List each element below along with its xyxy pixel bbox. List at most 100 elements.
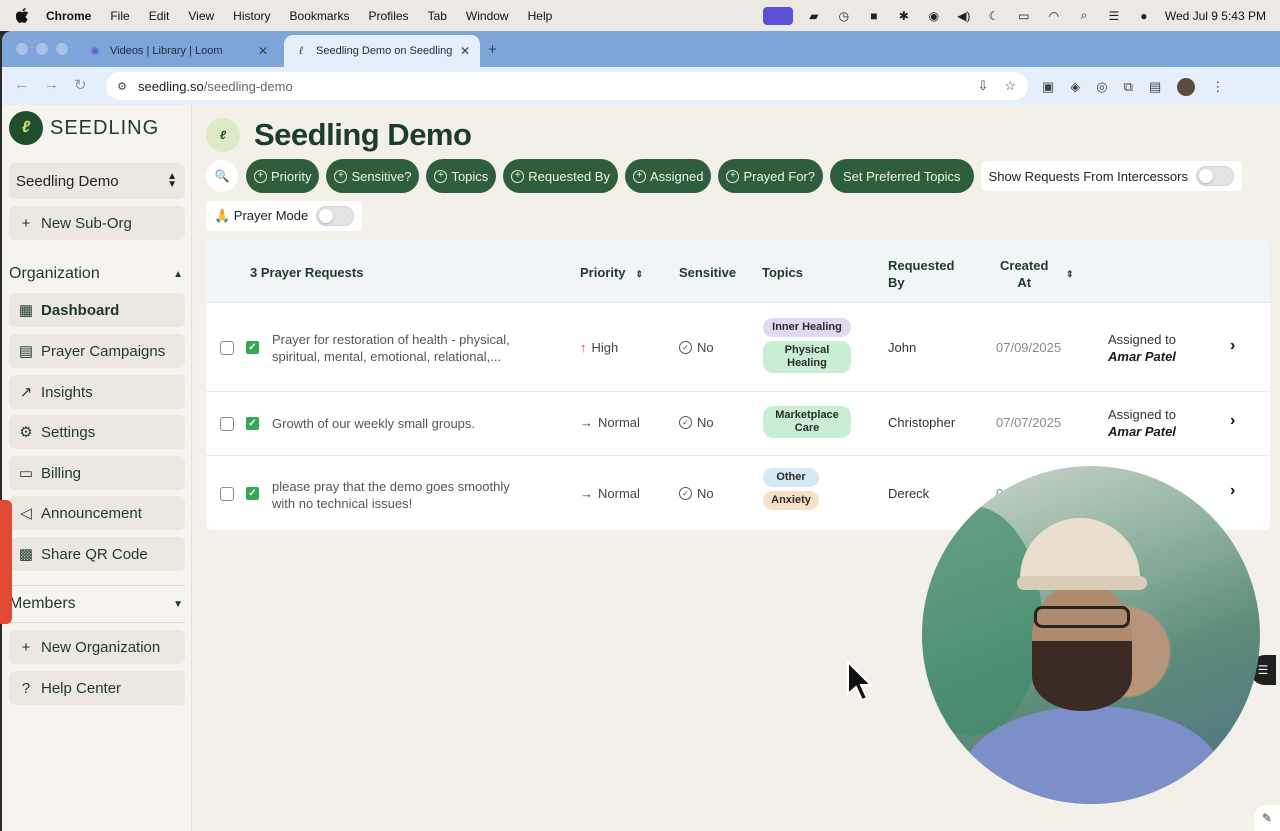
table-row[interactable]: ✓ Prayer for restoration of health - phy… [206,303,1270,392]
control-center-icon[interactable]: ☰ [1105,9,1123,23]
recording-control-tab[interactable] [0,500,12,624]
chevron-right-icon[interactable]: › [1230,482,1235,500]
bluetooth-icon[interactable]: ✱ [895,9,913,23]
sort-icon[interactable]: ⇕ [636,269,644,279]
table-header: 3 Prayer Requests Priority ⇕ Sensitive To… [206,240,1270,303]
sensitive-column-header: Sensitive [679,265,737,280]
back-icon[interactable]: ← [14,76,29,93]
profile-avatar[interactable] [1177,78,1196,96]
filter-sensitive[interactable]: + Sensitive? [326,159,420,193]
table-row[interactable]: ✓ Growth of our weekly small groups. → No… [206,392,1270,456]
timer-icon[interactable]: ◷ [835,9,853,23]
battery-icon[interactable]: ▭ [1015,9,1033,23]
topics-column-header: Topics [762,265,803,280]
siri-icon[interactable]: ● [1135,9,1153,23]
screen-record-icon[interactable] [762,6,793,25]
extensions-puzzle-icon[interactable]: ⧉ [1124,79,1133,95]
row-select-checkbox[interactable] [220,417,234,431]
sidebar-item-label: Billing [41,464,82,482]
extension-icon-2[interactable]: ◈ [1070,79,1080,95]
seedling-logo-icon: ℓ [9,111,43,145]
menu-view[interactable]: View [188,9,214,23]
tab-seedling[interactable]: ℓ Seedling Demo on Seedling ✕ [284,35,480,67]
close-window-button[interactable] [16,43,28,55]
menu-history[interactable]: History [233,9,270,23]
tray-app-icon-2[interactable]: ■ [865,9,883,23]
sort-icon[interactable]: ⇕ [1066,265,1074,280]
forward-icon[interactable]: → [44,76,59,93]
prayer-mode-toggle-group: 🙏 Prayer Mode [206,201,363,231]
filter-priority[interactable]: + Priority [246,159,320,193]
row-select-checkbox[interactable] [220,487,234,501]
filter-requested-by[interactable]: + Requested By [503,159,618,193]
bookmark-star-icon[interactable]: ☆ [1004,78,1016,94]
new-sub-org-label: New Sub-Org [41,214,132,232]
new-organization-button[interactable]: + New Organization [9,630,185,664]
filter-prayed-for[interactable]: + Prayed For? [718,159,823,193]
show-intercessors-switch[interactable] [1195,166,1234,186]
new-tab-button[interactable]: + [488,41,497,58]
feedback-icon[interactable]: ✎ [1254,805,1280,831]
menu-app-name[interactable]: Chrome [46,9,91,23]
chevron-right-icon[interactable]: › [1230,412,1235,430]
site-info-icon[interactable]: ⚙ [114,78,130,94]
sidebar-item-billing[interactable]: ▭ Billing [9,456,185,490]
minimize-window-button[interactable] [36,43,48,55]
extension-icon-1[interactable]: ▣ [1042,79,1054,95]
prayer-mode-switch[interactable] [316,206,355,226]
menu-edit[interactable]: Edit [149,9,170,23]
macos-menu-bar: Chrome File Edit View History Bookmarks … [0,0,1280,31]
address-bar[interactable]: ⚙ seedling.so/seedling-demo ⇩ ☆ [106,72,1028,100]
webcam-person-beard [1032,641,1132,711]
row-select-checkbox[interactable] [220,341,234,355]
maximize-window-button[interactable] [56,43,68,55]
organization-section-header[interactable]: Organization ▲ [9,265,185,283]
webcam-bubble[interactable] [922,466,1260,804]
sidebar-item-insights[interactable]: ↗ Insights [9,375,185,409]
tab-loom[interactable]: ✺ Videos | Library | Loom ✕ [78,35,278,67]
sidebar-item-prayer-campaigns[interactable]: ▤ Prayer Campaigns [9,334,185,368]
sidebar-item-settings[interactable]: ⚙ Settings [9,415,185,449]
tray-app-icon-3[interactable]: ◉ [925,9,943,23]
menu-file[interactable]: File [110,9,129,23]
menu-tab[interactable]: Tab [428,9,447,23]
menu-window[interactable]: Window [466,9,509,23]
sidebar-item-dashboard[interactable]: ▦ Dashboard [9,293,185,327]
help-center-button[interactable]: ? Help Center [9,671,185,705]
wifi-icon[interactable]: ◠ [1045,9,1063,23]
sidebar-item-share-qr-code[interactable]: ▩ Share QR Code [9,537,185,571]
url-text[interactable]: seedling.so/seedling-demo [138,79,293,94]
menu-bookmarks[interactable]: Bookmarks [290,9,350,23]
menu-clock[interactable]: Wed Jul 9 5:43 PM [1165,9,1266,23]
browser-menu-icon[interactable]: ⋮ [1211,79,1224,95]
brand-logo[interactable]: ℓ SEEDLING [9,111,159,145]
new-sub-org-button[interactable]: + New Sub-Org [9,206,185,240]
reload-icon[interactable]: ↻ [74,76,87,94]
menu-profiles[interactable]: Profiles [369,9,409,23]
sidebar-item-announcement[interactable]: ◁ Announcement [9,496,185,530]
priority-column-header[interactable]: Priority ⇕ [580,265,643,280]
spotlight-search-icon[interactable]: ⌕ [1075,8,1093,23]
extension-icon-3[interactable]: ◎ [1096,79,1107,95]
volume-icon[interactable]: ◀) [955,9,973,23]
install-app-icon[interactable]: ⇩ [977,78,988,94]
tray-app-icon[interactable]: ▰ [805,9,823,23]
search-button[interactable]: 🔍 [206,160,238,192]
filter-topics[interactable]: + Topics [426,159,497,193]
requested-by-value: Dereck [888,486,930,501]
calendar-icon: ▤ [18,343,34,360]
check-icon: ✓ [246,487,259,500]
moon-icon[interactable]: ☾ [985,9,1003,23]
org-selector[interactable]: Seedling Demo ▲ ▼ [9,163,185,199]
close-tab-icon[interactable]: ✕ [258,44,268,58]
filter-assigned[interactable]: + Assigned [624,159,712,193]
members-section-header[interactable]: Members ▼ [9,595,185,613]
apple-icon[interactable] [16,8,32,24]
topic-tag: Other [763,468,819,487]
close-tab-icon[interactable]: ✕ [460,44,470,58]
created-at-column-header[interactable]: Created At [1000,257,1048,291]
menu-help[interactable]: Help [528,9,553,23]
set-preferred-topics-button[interactable]: Set Preferred Topics [830,159,974,193]
side-panel-icon[interactable]: ▤ [1149,79,1161,95]
chevron-right-icon[interactable]: › [1230,337,1235,355]
